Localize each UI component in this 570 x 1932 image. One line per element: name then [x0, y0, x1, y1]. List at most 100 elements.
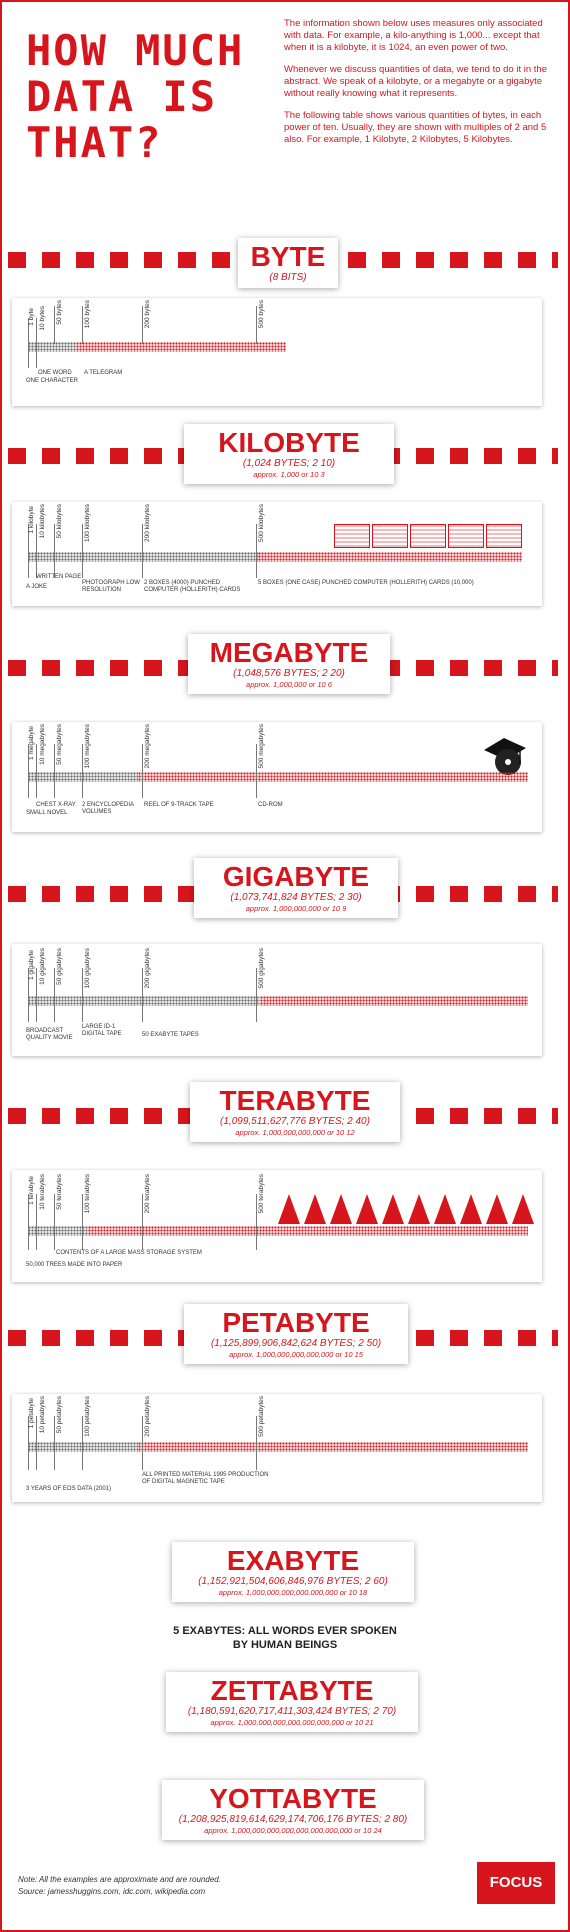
scale-dots-remaining	[88, 1226, 528, 1236]
tick-label: 100 petabytes	[84, 1396, 91, 1437]
scale-dots-filled	[28, 552, 258, 562]
tree-icon	[408, 1194, 430, 1224]
tick-label: 200 bytes	[144, 300, 151, 329]
scale-dots-filled	[28, 1442, 138, 1452]
tick	[256, 1416, 257, 1470]
tree-icon	[486, 1194, 508, 1224]
footer-source: Source: jamesshuggins.com, idc.com, wiki…	[18, 1887, 206, 1896]
kilobyte-title: KILOBYTE	[218, 427, 360, 458]
tick	[142, 744, 143, 798]
tick	[82, 744, 83, 798]
tick-label: 200 petabytes	[144, 1396, 151, 1437]
tick	[82, 1416, 83, 1470]
gigabyte-label: GIGABYTE (1,073,741,824 BYTES; 2 30) app…	[194, 858, 398, 918]
yottabyte-label: YOTTABYTE (1,208,925,819,614,629,174,706…	[162, 1780, 424, 1840]
punched-cards-image	[372, 524, 408, 548]
footer-note: Note: All the examples are approximate a…	[18, 1875, 221, 1884]
tick-label: 10 bytes	[39, 306, 46, 331]
tick	[142, 524, 143, 578]
tick-label: 1 petabyte	[28, 1398, 35, 1429]
tick	[256, 524, 257, 578]
tick	[142, 968, 143, 1022]
exabyte-title: EXABYTE	[226, 1545, 360, 1576]
tick-label: 1 byte	[28, 308, 35, 326]
byte-title: BYTE	[250, 241, 326, 272]
kilobyte-scale-panel: 1 kilobyte 10 kilobytes 50 kilobytes 100…	[12, 502, 542, 606]
kilobyte-label: KILOBYTE (1,024 BYTES; 2 10) approx. 1,0…	[184, 424, 394, 484]
example-note: WRITTEN PAGE	[36, 574, 82, 580]
intro-paragraph-2: Whenever we discuss quantities of data, …	[284, 64, 547, 99]
tree-icon	[330, 1194, 352, 1224]
tree-icon	[304, 1194, 326, 1224]
byte-scale-panel: 1 byte 10 bytes 50 bytes 100 bytes 200 b…	[12, 298, 542, 406]
tick-label: 100 megabytes	[84, 724, 91, 769]
tick	[256, 1194, 257, 1250]
tick-label: 500 kilobytes	[258, 504, 265, 542]
megabyte-subtitle: (1,048,576 BYTES; 2 20)	[233, 668, 345, 679]
tick	[36, 968, 37, 1022]
tick-label: 1 kilobyte	[28, 506, 35, 534]
tick	[82, 968, 83, 1022]
punched-cards-image	[486, 524, 522, 548]
scale-dots-remaining	[138, 1442, 528, 1452]
tick	[36, 744, 37, 798]
tick	[82, 524, 83, 578]
tree-icon	[434, 1194, 456, 1224]
punched-cards-image	[334, 524, 370, 548]
zettabyte-subtitle: (1,180,591,620,717,411,303,424 BYTES; 2 …	[187, 1706, 397, 1717]
tree-icon	[382, 1194, 404, 1224]
example-note: ALL PRINTED MATERIAL 1995 PRODUCTION OF …	[142, 1472, 269, 1485]
tick-label: 50 gigabytes	[56, 948, 63, 985]
example-note: LARGE ID-1 DIGITAL TAPE	[82, 1024, 122, 1037]
yottabyte-subtitle: (1,208,925,819,614,629,174,706,176 BYTES…	[178, 1814, 408, 1825]
example-note: 2 ENCYCLOPEDIA VOLUMES	[82, 802, 134, 815]
tick	[256, 306, 257, 344]
tick	[36, 1194, 37, 1250]
yottabyte-title: YOTTABYTE	[209, 1783, 377, 1814]
punched-cards-image	[448, 524, 484, 548]
tick-label: 50 bytes	[56, 300, 63, 325]
example-note: REEL OF 9-TRACK TAPE	[144, 802, 214, 808]
terabyte-label: TERABYTE (1,099,511,627,776 BYTES; 2 40)…	[190, 1082, 400, 1142]
petabyte-subtitle: (1,125,899,906,842,624 BYTES; 2 50)	[210, 1338, 382, 1349]
exabyte-subtitle: (1,152,921,504,606,846,976 BYTES; 2 60)	[198, 1576, 388, 1587]
tick	[54, 744, 55, 798]
tick-label: 100 gigabytes	[84, 948, 91, 989]
example-note: CHEST X-RAY	[36, 802, 76, 808]
tree-icon	[278, 1194, 300, 1224]
tick-label: 1 megabyte	[28, 726, 35, 760]
focus-logo: FOCUS	[477, 1862, 555, 1904]
megabyte-title: MEGABYTE	[209, 637, 369, 668]
example-note: BROADCAST QUALITY MOVIE	[26, 1028, 73, 1041]
example-note: CONTENTS OF A LARGE MASS STORAGE SYSTEM	[56, 1250, 202, 1256]
example-note: 3 YEARS OF EOS DATA (2001)	[26, 1486, 112, 1492]
page-title: How much data is that?	[26, 26, 245, 167]
tick-label: 500 gigabytes	[258, 948, 265, 989]
zettabyte-title: ZETTABYTE	[210, 1675, 374, 1706]
scale-dots-remaining	[138, 772, 528, 782]
terabyte-title: TERABYTE	[219, 1085, 371, 1116]
tick	[256, 744, 257, 798]
scale-dots-remaining	[76, 342, 286, 352]
gigabyte-subtitle: (1,073,741,824 BYTES; 2 30)	[230, 892, 362, 903]
exabyte-example: 5 EXABYTES: ALL WORDS EVER SPOKEN BY HUM…	[173, 1625, 397, 1651]
example-note: PHOTOGRAPH LOW RESOLUTION	[82, 580, 140, 593]
tree-icon	[512, 1194, 534, 1224]
scale-dots-remaining	[260, 996, 528, 1006]
tick	[54, 1416, 55, 1470]
byte-subtitle: (8 BITS)	[269, 272, 307, 283]
tree-icon	[460, 1194, 482, 1224]
tick-label: 500 petabytes	[258, 1396, 265, 1437]
scale-dots-filled	[28, 996, 260, 1006]
intro-text: The information shown below uses measure…	[284, 18, 552, 156]
tick-label: 10 megabytes	[39, 724, 46, 765]
tick-label: 10 terabytes	[39, 1174, 46, 1210]
kilobyte-approx: approx. 1,000 or 10 3	[253, 470, 325, 479]
tick	[142, 1416, 143, 1470]
example-note: ONE WORD	[38, 370, 72, 376]
megabyte-approx: approx. 1,000,000 or 10 6	[246, 680, 332, 689]
tick-label: 100 kilobytes	[84, 504, 91, 542]
megabyte-scale-panel: 1 megabyte 10 megabytes 50 megabytes 100…	[12, 722, 542, 832]
tick	[256, 968, 257, 1022]
petabyte-label: PETABYTE (1,125,899,906,842,624 BYTES; 2…	[184, 1304, 408, 1364]
